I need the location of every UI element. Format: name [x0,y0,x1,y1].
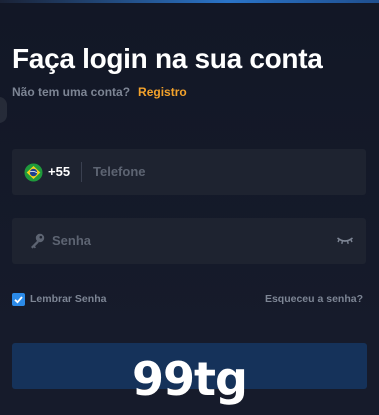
phone-placeholder: Telefone [93,164,146,179]
password-placeholder: Senha [52,233,92,248]
watermark-text: 99tg [132,352,248,406]
page-title: Faça login na sua conta [12,43,323,74]
register-link[interactable]: Registro [138,85,187,99]
login-options: Lembrar Senha Esqueceu a senha? [12,292,363,308]
key-icon [31,233,45,249]
eye-closed-icon[interactable] [336,235,354,247]
remember-checkbox[interactable] [12,293,25,306]
remember-label[interactable]: Lembrar Senha [30,293,106,305]
register-prompt: Não tem uma conta? Registro [12,85,187,99]
side-handle[interactable] [0,97,7,123]
phone-input[interactable]: +55 Telefone [12,149,366,195]
brazil-flag-icon[interactable] [24,163,43,182]
field-divider [81,162,82,182]
no-account-text: Não tem uma conta? [12,85,131,99]
checkmark-icon [14,296,23,304]
dial-code[interactable]: +55 [48,164,70,179]
forgot-password-link[interactable]: Esqueceu a senha? [265,293,363,305]
password-input[interactable]: Senha [12,218,366,264]
